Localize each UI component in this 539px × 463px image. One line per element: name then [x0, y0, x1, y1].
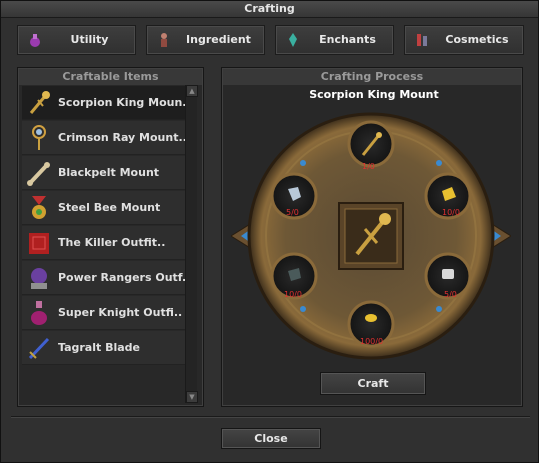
tab-label: Cosmetics	[445, 33, 509, 46]
craftable-items-title: Craftable Items	[19, 69, 202, 85]
slot-top-count: 1/0	[362, 162, 375, 171]
list-item-scorpion-king[interactable]: Scorpion King Moun..	[22, 86, 192, 120]
list-item-killer-outfit[interactable]: The Killer Outfit..	[22, 226, 192, 260]
item-label: Tagralt Blade	[58, 341, 141, 354]
slot-lower-right-count: 5/0	[444, 290, 457, 299]
category-tabs: Utility Ingredient Enchants Cosmetics	[17, 25, 527, 55]
selected-recipe-name: Scorpion King Mount	[309, 88, 439, 101]
item-label: Power Rangers Outf..	[58, 271, 191, 284]
slot-lower-left-count: 10/0	[284, 290, 302, 299]
list-item-super-knight[interactable]: Super Knight Outfi..	[22, 296, 192, 330]
crafting-wheel	[231, 112, 511, 360]
items-scrollbar[interactable]: ▲ ▼	[185, 85, 198, 403]
tab-enchants[interactable]: Enchants	[275, 25, 394, 55]
window-title: Crafting	[1, 1, 538, 18]
potion-icon	[30, 34, 40, 47]
flask-icon	[31, 301, 47, 325]
item-label: Super Knight Outfi..	[58, 306, 183, 319]
outfit-icon	[417, 34, 427, 46]
bone-icon	[27, 162, 50, 186]
figure-icon	[161, 33, 167, 47]
sword-icon	[28, 337, 50, 360]
orb-pedestal-icon	[31, 268, 47, 289]
scroll-down-button[interactable]: ▼	[186, 391, 198, 403]
slot-bottom-count: 100/0	[360, 337, 384, 346]
close-button[interactable]: Close	[221, 428, 321, 449]
tab-ingredient[interactable]: Ingredient	[146, 25, 265, 55]
item-label: Blackpelt Mount	[58, 166, 160, 179]
crystal-icon	[289, 33, 297, 47]
footer-divider	[11, 416, 530, 418]
medal-icon	[32, 196, 46, 219]
scepter-icon	[29, 91, 50, 114]
craftable-items-list: Scorpion King Moun.. Crimson Ray Mount..…	[22, 86, 192, 402]
craft-button[interactable]: Craft	[320, 372, 426, 395]
tab-label: Enchants	[319, 33, 376, 46]
tab-utility[interactable]: Utility	[17, 25, 136, 55]
crafting-process-title: Crafting Process	[223, 69, 521, 85]
list-item-blackpelt[interactable]: Blackpelt Mount	[22, 156, 192, 190]
list-item-steel-bee[interactable]: Steel Bee Mount	[22, 191, 192, 225]
craftable-items-panel: Craftable Items Scorpion King Moun.. Cri…	[17, 67, 204, 407]
red-book-icon	[29, 233, 49, 254]
item-label: Scorpion King Moun..	[58, 96, 191, 109]
slot-top[interactable]	[347, 120, 395, 168]
list-item-tagralt-blade[interactable]: Tagralt Blade	[22, 331, 192, 365]
tab-cosmetics[interactable]: Cosmetics	[404, 25, 524, 55]
slot-upper-right-count: 10/0	[442, 208, 460, 217]
list-item-crimson-ray[interactable]: Crimson Ray Mount..	[22, 121, 192, 155]
scroll-up-button[interactable]: ▲	[186, 85, 198, 97]
tab-label: Ingredient	[186, 33, 251, 46]
orb-staff-icon	[32, 125, 46, 150]
crafting-window: Crafting Utility Ingredient Enchants Cos…	[0, 0, 539, 463]
item-label: Steel Bee Mount	[58, 201, 161, 214]
tab-label: Utility	[70, 33, 109, 46]
item-label: The Killer Outfit..	[58, 236, 166, 249]
item-label: Crimson Ray Mount..	[58, 131, 187, 144]
list-item-power-rangers[interactable]: Power Rangers Outf..	[22, 261, 192, 295]
slot-upper-left-count: 5/0	[286, 208, 299, 217]
